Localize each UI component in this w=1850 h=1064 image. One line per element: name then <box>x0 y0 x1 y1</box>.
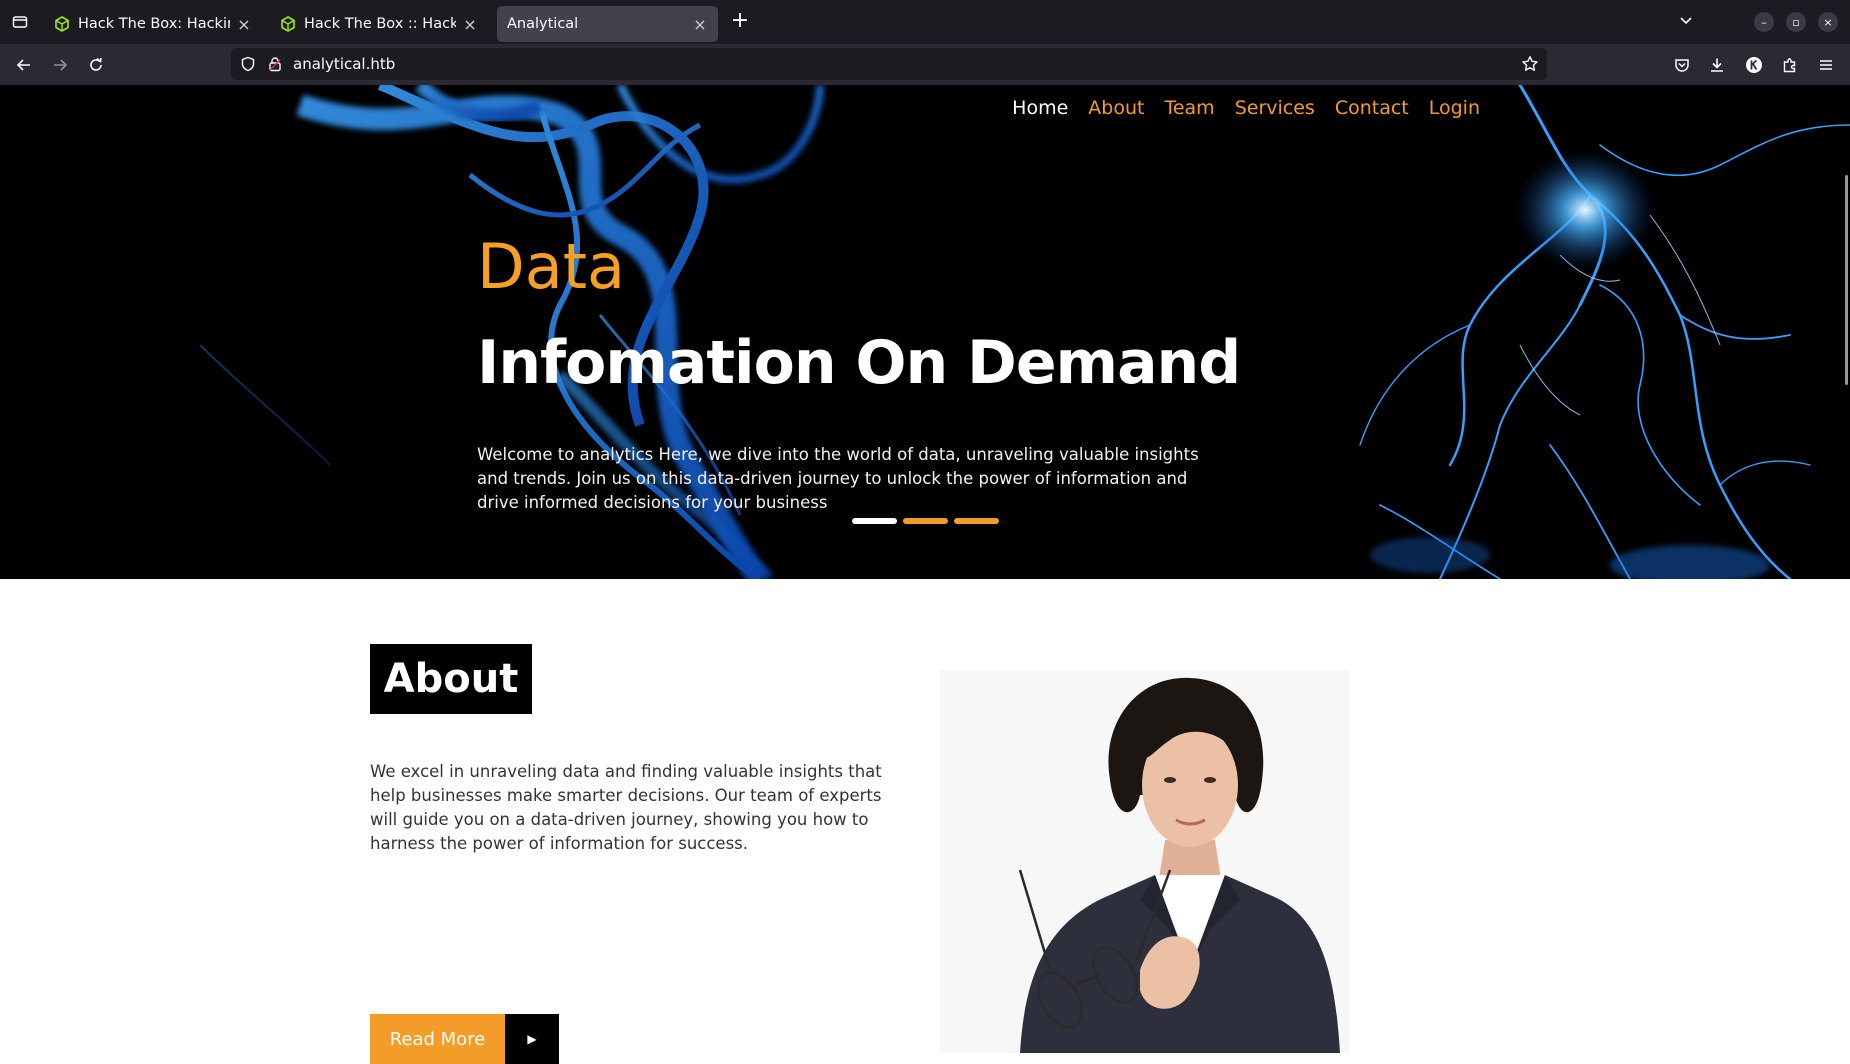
hero-kicker: Data <box>477 230 626 303</box>
read-more-button[interactable]: Read More ▶ <box>370 1014 559 1064</box>
minimize-button[interactable]: – <box>1754 12 1774 32</box>
page-scrollbar[interactable] <box>1845 175 1848 385</box>
chevron-down-icon <box>1680 17 1692 25</box>
close-tab-icon[interactable]: × <box>692 15 708 34</box>
tab-analytical[interactable]: Analytical × <box>497 6 718 42</box>
carousel-indicator-3[interactable] <box>954 518 999 524</box>
lock-icon[interactable] <box>267 56 283 72</box>
firefox-view-button[interactable] <box>0 0 40 44</box>
account-avatar-icon <box>1746 57 1762 73</box>
nav-link-services[interactable]: Services <box>1235 97 1315 119</box>
download-icon <box>1711 58 1723 72</box>
tab-hackthebox-1[interactable]: Hack The Box: Hacking Tr × <box>44 6 262 42</box>
nav-link-contact[interactable]: Contact <box>1335 97 1409 119</box>
hero-section: Home About Team Services Contact Login D… <box>0 85 1850 579</box>
close-tab-icon[interactable]: × <box>462 15 478 34</box>
about-heading-box: About <box>370 644 532 714</box>
app-menu-button[interactable] <box>1816 55 1836 75</box>
carousel-indicators <box>852 518 999 524</box>
nav-link-team[interactable]: Team <box>1164 97 1214 119</box>
play-arrow-icon[interactable]: ▶ <box>505 1014 559 1064</box>
tab-hackthebox-2[interactable]: Hack The Box :: Hack The × <box>270 6 488 42</box>
businesswoman-portrait-image <box>940 670 1350 1053</box>
forward-button[interactable] <box>47 52 73 78</box>
read-more-label[interactable]: Read More <box>370 1014 505 1064</box>
about-description: We excel in unraveling data and finding … <box>370 762 882 853</box>
tab-title: Hack The Box :: Hack The <box>304 16 456 32</box>
firefox-view-icon <box>12 16 28 28</box>
reload-icon <box>90 57 102 71</box>
url-text[interactable]: analytical.htb <box>293 55 395 73</box>
nav-link-login[interactable]: Login <box>1429 97 1480 119</box>
tab-title: Analytical <box>507 16 579 32</box>
navigation-toolbar: analytical.htb <box>0 44 1850 85</box>
about-title: About <box>383 656 519 702</box>
hackthebox-cube-icon <box>281 16 295 32</box>
url-bar[interactable]: analytical.htb <box>231 48 1547 80</box>
carousel-indicator-1[interactable] <box>852 518 897 524</box>
hero-title: Infomation On Demand <box>477 328 1241 398</box>
list-all-tabs-button[interactable] <box>1678 12 1694 32</box>
downloads-button[interactable] <box>1707 55 1727 75</box>
extensions-button[interactable] <box>1780 55 1800 75</box>
close-tab-icon[interactable]: × <box>236 15 252 34</box>
tracking-protection-shield-icon[interactable] <box>240 56 256 72</box>
hamburger-menu-icon <box>1820 60 1832 70</box>
new-tab-button[interactable]: + <box>728 10 752 34</box>
site-navigation: Home About Team Services Contact Login <box>1012 97 1480 119</box>
tab-title: Hack The Box: Hacking Tr <box>78 16 230 32</box>
nav-link-home[interactable]: Home <box>1012 97 1068 119</box>
close-window-button[interactable]: × <box>1818 12 1838 32</box>
carousel-indicator-2[interactable] <box>903 518 948 524</box>
page-viewport: Home About Team Services Contact Login D… <box>0 85 1850 1053</box>
hero-description: Welcome to analytics Here, we dive into … <box>477 445 1199 512</box>
puzzle-piece-icon <box>1783 58 1796 73</box>
back-button[interactable] <box>11 52 37 78</box>
arrow-right-icon <box>54 59 68 71</box>
tab-bar: Hack The Box: Hacking Tr × Hack The Box … <box>0 0 1850 44</box>
nav-link-about[interactable]: About <box>1088 97 1144 119</box>
account-button[interactable] <box>1744 55 1764 75</box>
pocket-icon <box>1675 59 1689 72</box>
pocket-button[interactable] <box>1672 55 1692 75</box>
restore-button[interactable]: ▫ <box>1786 12 1806 32</box>
bookmark-star-icon[interactable] <box>1521 55 1539 73</box>
hackthebox-cube-icon <box>55 16 69 32</box>
reload-button[interactable] <box>83 52 109 78</box>
arrow-left-icon <box>16 59 30 71</box>
